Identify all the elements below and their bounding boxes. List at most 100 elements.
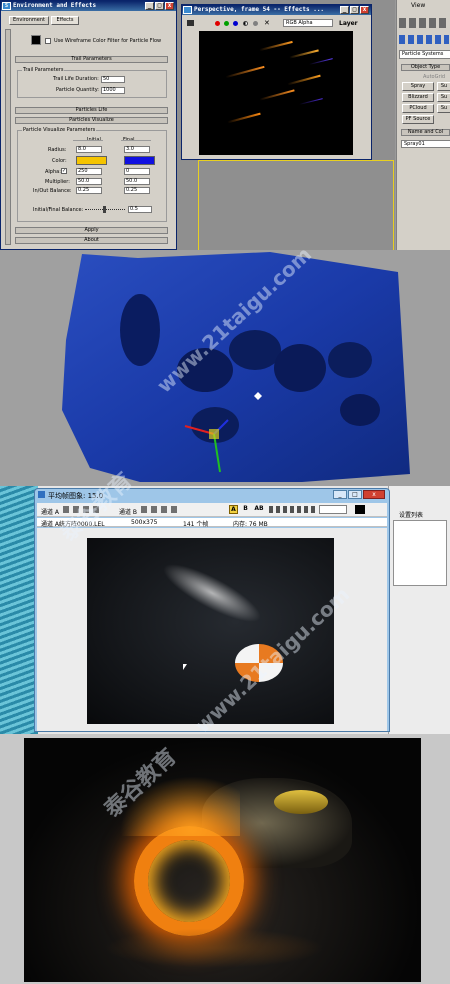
background-water-viewport [0,486,38,734]
color-final-swatch[interactable] [124,156,155,165]
minimize-button[interactable]: _ [145,2,154,10]
persp-titlebar: Perspective, frame 54 -- Effects ... _ □… [182,5,371,15]
particle-streak [259,89,295,101]
create-tab-icons[interactable] [399,18,449,28]
alpha-channel-icon[interactable] [243,21,248,26]
radius-final-input[interactable]: 3.0 [124,146,150,153]
rollout-trail-parameters[interactable]: Trail Parameters [15,56,168,63]
inout-balance-label: In/Out Balance: [33,188,72,194]
radius-initial-input[interactable]: 8.0 [76,146,102,153]
minimize-button[interactable]: _ [333,490,347,499]
maximize-button[interactable]: □ [348,490,362,499]
super-blizzard-button[interactable]: Su [437,93,450,102]
blizzard-button[interactable]: Blizzard [402,93,434,102]
particle-streak [259,40,293,52]
category-icons[interactable] [399,35,449,44]
side-list[interactable] [393,520,447,586]
particle-quantity-input[interactable]: 1000 [101,87,125,94]
pf-source-button[interactable]: PF Source [402,115,434,124]
wireframe-label: Use Wireframe Color Filter for Particle … [54,38,162,44]
color-initial-swatch[interactable] [76,156,107,165]
wireframe-checkbox[interactable] [45,38,51,44]
spray-button[interactable]: Spray [402,82,434,91]
blue-channel-icon[interactable] [233,21,238,26]
initial-divider [73,140,103,141]
close-button[interactable]: x [165,2,174,10]
final-divider [121,140,151,141]
playback-icons[interactable] [269,506,315,513]
red-channel-icon[interactable] [215,21,220,26]
render-output [199,31,353,155]
environment-effects-window: S Environment and Effects _ □ x Environm… [0,0,177,250]
steam-trail [156,553,268,633]
particle-systems-dropdown[interactable]: Particle Systems [399,50,450,59]
multiplier-initial-input[interactable]: 50.0 [76,178,102,185]
color-label: Color: [52,158,67,164]
terrain-groove [328,342,372,378]
alpha-label: Alpha: [45,169,61,175]
rollout-particles-life[interactable]: Particles Life [15,107,168,114]
rollout-scrollbar[interactable] [5,29,11,245]
persp-title: Perspective, frame 54 -- Effects ... [194,6,325,13]
close-button[interactable]: x [363,490,385,499]
mono-icon[interactable] [253,21,258,26]
ab-button[interactable]: AB [253,505,265,514]
object-name-input[interactable]: Spray01 [401,140,450,148]
super-pcloud-button[interactable]: Su [437,104,450,113]
motorcycle-tank [274,790,328,814]
alpha-checkbox[interactable]: ✓ [61,168,67,174]
frame-dropdown[interactable] [319,505,347,514]
trail-life-label: Trail Life Duration: [53,76,99,82]
minimize-button[interactable]: _ [340,6,349,14]
object-type-rollout[interactable]: Object Type [401,64,450,71]
green-channel-icon[interactable] [224,21,229,26]
background-side-panel: 设置列表 [388,486,450,734]
terrain-groove [120,294,160,366]
channel-dropdown[interactable]: RGB Alpha [283,19,333,27]
persp-toolbar: ✕ RGB Alpha Layer [182,17,371,29]
rollout-about[interactable]: About [15,237,168,244]
visualize-group-label: Particle Visualize Parameters [22,127,97,133]
trail-life-input[interactable]: 50 [101,76,125,83]
name-color-rollout[interactable]: Name and Col [401,129,450,136]
tab-effects[interactable]: Effects [51,16,79,25]
close-button[interactable]: x [360,6,369,14]
multiplier-final-input[interactable]: 50.0 [124,178,150,185]
terrain-svg [62,252,410,482]
save-icon[interactable] [187,20,194,26]
env-title: Environment and Effects [13,2,97,9]
trail-group: Trail Parameters [17,67,167,98]
pcloud-button[interactable]: PCloud [402,104,434,113]
multiplier-label: Multiplier: [45,179,70,185]
b-button[interactable]: B [241,505,250,514]
particle-quantity-label: Particle Quantity: [56,87,99,93]
terrain-groove [229,330,281,370]
particle-streak [289,49,319,59]
clear-icon[interactable]: ✕ [264,19,270,27]
motorcycle-panel [0,734,450,984]
a-button[interactable]: A [229,505,238,514]
perspective-render-window: Perspective, frame 54 -- Effects ... _ □… [181,4,372,160]
particle-streak [287,74,321,86]
trail-group-label: Trail Parameters [22,67,65,73]
terrain-viewport [0,250,450,486]
terrain-groove [340,394,380,426]
wireframe-color-swatch[interactable] [31,35,41,45]
inout-final-input[interactable]: 0.25 [124,187,150,194]
alpha-final-input[interactable]: 0 [124,168,150,175]
color-swatch[interactable] [355,505,365,514]
alpha-initial-input[interactable]: 250 [76,168,102,175]
radius-label: Radius: [48,147,67,153]
inout-initial-input[interactable]: 0.25 [76,187,102,194]
rollout-particles-visualize[interactable]: Particles Visualize [15,117,168,124]
maximize-button[interactable]: □ [155,2,164,10]
maximize-button[interactable]: □ [350,6,359,14]
gizmo-center[interactable] [209,429,219,439]
tab-environment[interactable]: Environment [9,16,49,25]
super-spray-button[interactable]: Su [437,82,450,91]
channel-b-icons[interactable] [141,506,181,513]
balance-input[interactable]: 0.5 [128,206,152,213]
rollout-apply[interactable]: Apply [15,227,168,234]
particle-streak [227,112,261,124]
balance-slider-handle[interactable] [103,206,106,213]
